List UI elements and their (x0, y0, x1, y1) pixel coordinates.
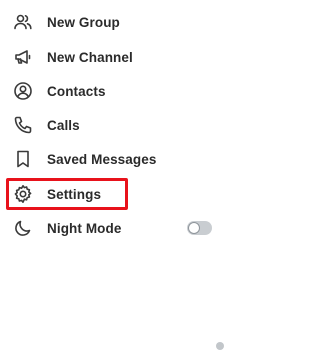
menu-item-saved-messages[interactable]: Saved Messages (0, 142, 230, 176)
menu-item-label: Calls (47, 117, 80, 133)
menu-item-contacts[interactable]: Contacts (0, 74, 230, 108)
menu-item-label: Settings (47, 186, 102, 202)
menu-item-new-channel[interactable]: New Channel (0, 40, 230, 74)
gear-icon (13, 184, 33, 204)
megaphone-icon (13, 47, 33, 67)
contact-icon (13, 81, 33, 101)
menu-item-label: Contacts (47, 83, 106, 99)
toggle-knob (188, 222, 200, 234)
menu-item-calls[interactable]: Calls (0, 108, 230, 142)
menu-item-label: New Group (47, 14, 120, 30)
menu-item-new-group[interactable]: New Group (0, 5, 230, 39)
bookmark-icon (13, 149, 33, 169)
night-mode-toggle[interactable] (187, 221, 212, 235)
watermark (216, 342, 224, 350)
menu-item-label: Saved Messages (47, 151, 157, 167)
menu-item-settings[interactable]: Settings (0, 177, 230, 211)
menu-item-label: Night Mode (47, 220, 122, 236)
watermark-logo-icon (216, 342, 224, 350)
moon-icon (13, 218, 33, 238)
group-icon (13, 12, 33, 32)
phone-icon (13, 115, 33, 135)
menu-item-label: New Channel (47, 49, 133, 65)
